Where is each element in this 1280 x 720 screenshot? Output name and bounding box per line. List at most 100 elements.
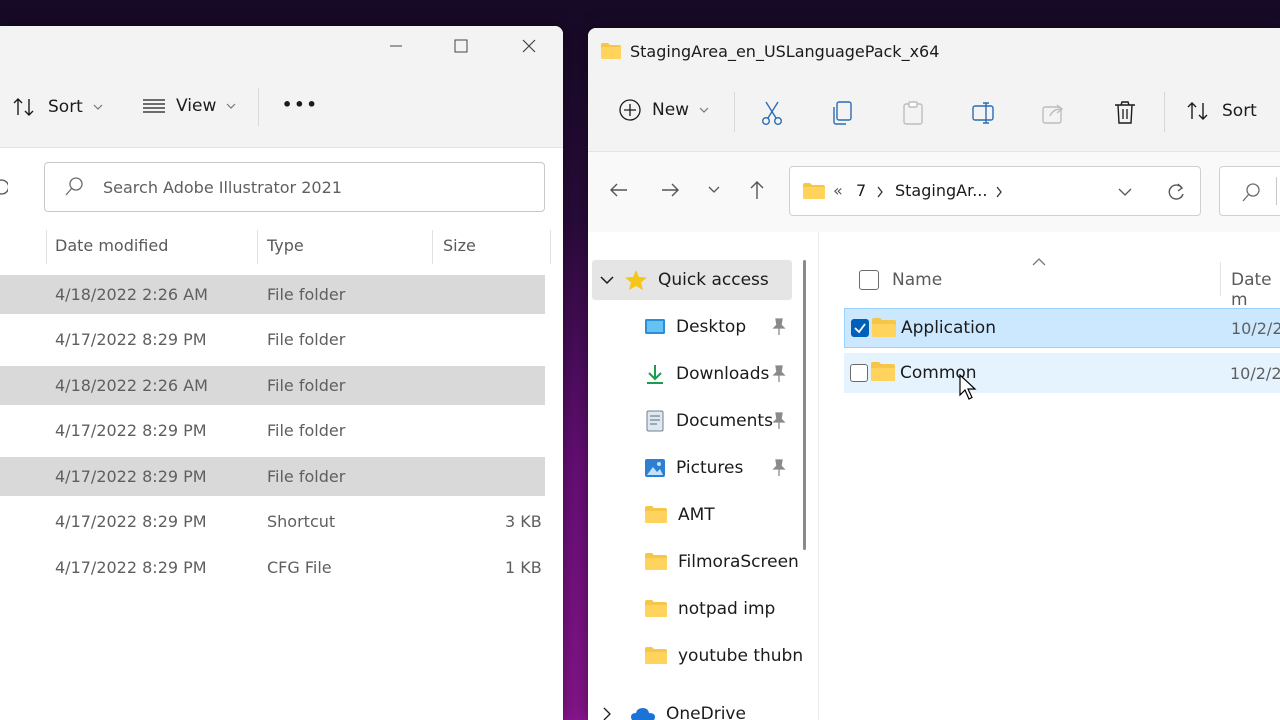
sort-button[interactable]: Sort [1186, 100, 1257, 122]
column-divider[interactable] [257, 230, 258, 264]
nav-item-filmorascreen[interactable]: FilmoraScreen [644, 542, 799, 582]
column-divider[interactable] [46, 230, 47, 264]
search-icon [1242, 183, 1260, 202]
chevron-down-icon[interactable] [1118, 187, 1132, 197]
forward-button[interactable] [656, 176, 684, 204]
pin-icon [772, 412, 786, 429]
nav-label: Documents [676, 411, 773, 431]
copy-button[interactable] [826, 96, 860, 130]
close-button[interactable] [514, 34, 544, 58]
nav-onedrive[interactable]: OneDrive [602, 694, 746, 720]
share-icon [1042, 104, 1064, 124]
table-row[interactable]: 4/17/2022 8:29 PM File folder [0, 457, 545, 496]
nav-label: Downloads [676, 364, 770, 384]
view-list-icon [143, 99, 165, 113]
nav-item-amt[interactable]: AMT [644, 495, 715, 535]
more-options-button[interactable]: ••• [282, 95, 319, 114]
folder-icon [645, 600, 667, 617]
rename-icon [972, 102, 994, 124]
row-date: 4/17/2022 8:29 PM [55, 421, 207, 440]
row-checkbox[interactable] [850, 364, 868, 382]
column-header-type[interactable]: Type [267, 236, 304, 255]
cut-button[interactable] [755, 96, 789, 130]
rename-button[interactable] [967, 96, 1001, 130]
list-item[interactable]: Common 10/2/2 [844, 353, 1280, 393]
list-item[interactable]: Application 10/2/2 [844, 308, 1280, 348]
new-label: New [652, 100, 690, 120]
left-explorer-window: Sort View ••• Search Adobe Illustrator 2… [0, 26, 563, 720]
maximize-button[interactable] [446, 34, 476, 58]
refresh-icon [0, 179, 8, 195]
cut-icon [762, 101, 782, 126]
table-row[interactable]: 4/17/2022 8:29 PM Shortcut 3 KB [0, 502, 545, 541]
right-explorer-window: StagingArea_en_USLanguagePack_x64 New So… [588, 28, 1280, 720]
chevron-down-icon [600, 276, 614, 285]
search-input[interactable]: Search Adobe Illustrator 2021 [44, 162, 545, 212]
column-header-date[interactable]: Date m [1231, 270, 1280, 310]
row-type: File folder [267, 376, 346, 395]
chevron-right-icon [996, 186, 1002, 198]
refresh-icon[interactable] [1166, 182, 1186, 202]
folder-icon [601, 43, 621, 59]
folder-icon [645, 506, 667, 523]
row-type: File folder [267, 421, 346, 440]
column-divider[interactable] [1220, 262, 1221, 296]
up-button[interactable] [743, 176, 771, 204]
folder-icon [645, 553, 667, 570]
nav-item-pictures[interactable]: Pictures [644, 448, 743, 488]
minimize-button[interactable] [381, 34, 411, 58]
select-all-checkbox[interactable] [859, 270, 879, 290]
pin-icon [772, 365, 786, 382]
paste-button[interactable] [896, 96, 930, 130]
search-placeholder: Search Adobe Illustrator 2021 [103, 177, 342, 197]
row-checkbox[interactable] [851, 319, 869, 337]
nav-scrollbar[interactable] [803, 260, 806, 550]
new-button[interactable]: New [618, 98, 709, 122]
minimize-icon [390, 45, 402, 47]
chevron-down-icon [93, 104, 103, 110]
breadcrumb-overflow[interactable]: « [833, 181, 843, 200]
breadcrumb-item[interactable]: StagingAr... [895, 181, 987, 200]
nav-quick-access[interactable]: Quick access [600, 260, 769, 300]
navigation-bar: « 7 StagingAr... [588, 152, 1280, 232]
search-input[interactable] [1219, 166, 1280, 216]
delete-button[interactable] [1108, 96, 1142, 130]
search-icon [65, 177, 83, 196]
table-row[interactable]: 4/17/2022 8:29 PM CFG File 1 KB [0, 548, 545, 587]
trash-icon [1115, 101, 1135, 124]
right-title-bar: StagingArea_en_USLanguagePack_x64 [588, 28, 1280, 74]
nav-item-documents[interactable]: Documents [644, 401, 773, 441]
breadcrumb-item[interactable]: 7 [856, 181, 866, 200]
refresh-button[interactable] [0, 162, 18, 212]
checkmark-icon [854, 323, 866, 334]
folder-icon [645, 647, 667, 664]
chevron-down-icon [708, 186, 720, 193]
view-button[interactable]: View [142, 96, 236, 116]
row-date: 4/17/2022 8:29 PM [55, 512, 207, 531]
share-button[interactable] [1037, 96, 1071, 130]
column-divider[interactable] [550, 230, 551, 264]
nav-item-youtube-thubn[interactable]: youtube thubn [644, 636, 803, 676]
column-header-date[interactable]: Date modified [55, 236, 168, 255]
file-date: 10/2/2 [1230, 364, 1280, 383]
table-row[interactable]: 4/17/2022 8:29 PM File folder [0, 411, 545, 450]
nav-item-downloads[interactable]: Downloads [644, 354, 769, 394]
column-divider[interactable] [432, 230, 433, 264]
address-bar[interactable]: « 7 StagingAr... [789, 166, 1201, 216]
nav-item-desktop[interactable]: Desktop [644, 307, 746, 347]
sort-icon [13, 98, 34, 116]
column-header-name[interactable]: Name [892, 270, 942, 290]
table-row[interactable]: 4/18/2022 2:26 AM File folder [0, 275, 545, 314]
recent-locations-button[interactable] [700, 176, 728, 204]
table-row[interactable]: 4/18/2022 2:26 AM File folder [0, 366, 545, 405]
back-button[interactable] [605, 176, 633, 204]
nav-label: Desktop [676, 317, 747, 337]
sort-button[interactable]: Sort [12, 96, 103, 118]
table-row[interactable]: 4/17/2022 8:29 PM File folder [0, 320, 545, 359]
toolbar-divider [734, 92, 735, 132]
documents-icon [646, 410, 664, 432]
column-header-size[interactable]: Size [443, 236, 476, 255]
sort-label: Sort [48, 97, 83, 117]
nav-item-notpad-imp[interactable]: notpad imp [644, 589, 775, 629]
nav-label: OneDrive [666, 704, 746, 720]
